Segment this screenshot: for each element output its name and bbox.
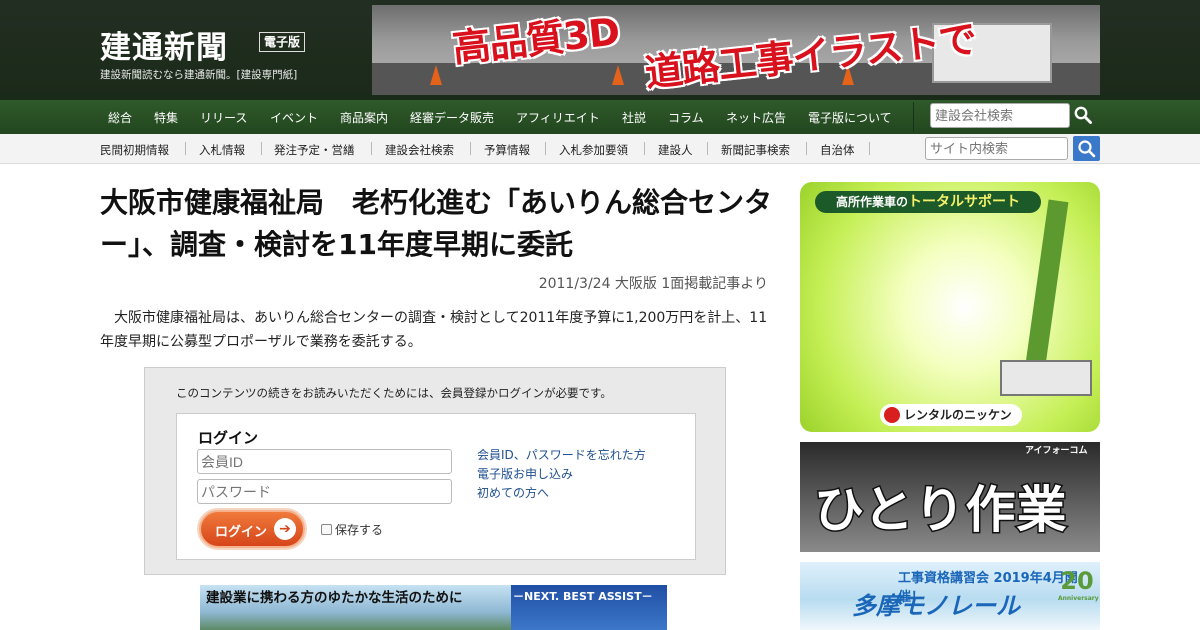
remember-label: 保存する <box>335 523 384 537</box>
ad2-brand: アイフォーコム <box>1025 446 1088 456</box>
main-nav-item[interactable]: 社説 <box>622 109 646 126</box>
nav-separator <box>261 142 262 155</box>
remember-checkbox[interactable]: 保存する <box>321 521 383 538</box>
nav-separator <box>185 142 186 155</box>
site-logo[interactable]: 建通新聞 <box>100 22 228 67</box>
ad1-footer: レンタルのニッケン <box>880 404 1022 426</box>
article-lead: 大阪市健康福祉局は、あいりん総合センターの調査・検討として2011年度予算に1,… <box>100 310 768 350</box>
anniversary-badge: 20 Anniversary <box>1058 567 1099 613</box>
login-help-links: 会員ID、パスワードを忘れた方 電子版お申し込み 初めての方へ <box>477 446 646 503</box>
main-nav-item[interactable]: 電子版について <box>808 109 892 126</box>
login-button[interactable]: ログイン ➔ <box>199 510 305 548</box>
arrow-right-icon: ➔ <box>274 518 296 540</box>
nav-separator <box>869 142 870 155</box>
top-ad-banner[interactable]: 高品質3D 道路工事イラストで <box>372 5 1100 95</box>
site-tagline: 建設新聞読むなら建通新聞。[建設専門紙] <box>100 69 298 81</box>
main-nav-item[interactable]: 経審データ販売 <box>410 109 494 126</box>
ad3-line2: 多摩モノレール <box>852 592 1020 620</box>
sub-nav-item[interactable]: 建設会社検索 <box>385 142 454 158</box>
main-nav-item[interactable]: 総合 <box>108 109 132 126</box>
search-icon <box>1078 140 1096 158</box>
anniversary-number: 20 <box>1060 567 1094 595</box>
sub-nav-item[interactable]: 予算情報 <box>484 142 530 158</box>
bottom-banner-right: －NEXT. BEST ASSIST－ <box>511 585 667 630</box>
sub-nav-item[interactable]: 新聞記事検索 <box>721 142 790 158</box>
bottom-banner-slogan: －NEXT. BEST ASSIST－ <box>513 590 653 603</box>
login-panel: このコンテンツの続きをお読みいただくためには、会員登録かログインが必要です。 ロ… <box>144 367 726 575</box>
bottom-banner-text: 建設業に携わる方のゆたかな生活のために <box>206 590 463 606</box>
search-icon[interactable] <box>1074 106 1092 124</box>
login-title: ログイン <box>198 429 259 447</box>
sub-nav-item[interactable]: 入札参加要領 <box>559 142 628 158</box>
article-title: 大阪市健康福祉局 老朽化進む「あいりん総合センター」、調査・検討を11年度早期に… <box>100 186 773 261</box>
login-notice: このコンテンツの続きをお読みいただくためには、会員登録かログインが必要です。 <box>176 386 612 400</box>
member-id-input[interactable] <box>197 449 452 474</box>
sub-nav-item[interactable]: 入札情報 <box>199 142 245 158</box>
main-nav-item[interactable]: イベント <box>270 109 318 126</box>
main-nav-item[interactable]: 商品案内 <box>340 109 388 126</box>
red-dot-icon <box>884 407 900 423</box>
sidebar-ad-monorail[interactable]: 工事資格講習会 2019年4月開催！ 多摩モノレール 20 Anniversar… <box>800 562 1100 630</box>
sub-nav-item[interactable]: 自治体 <box>820 142 855 158</box>
sidebar-ad-nikken[interactable]: 高所作業車のトータルサポート レンタルのニッケン <box>800 182 1100 432</box>
edition-badge: 電子版 <box>259 32 306 52</box>
company-search-input[interactable] <box>930 103 1070 128</box>
sub-nav-item[interactable]: 発注予定・営繕 <box>274 142 355 158</box>
nav-separator <box>545 142 546 155</box>
anniversary-label: Anniversary <box>1058 595 1099 602</box>
forgot-credentials-link[interactable]: 会員ID、パスワードを忘れた方 <box>477 446 646 465</box>
login-form: ログイン ログイン ➔ 保存する 会員ID、パスワードを忘れた方 電子版お申し込… <box>176 413 696 560</box>
nav-separator <box>707 142 708 155</box>
site-header: 建通新聞 電子版 建設新聞読むなら建通新聞。[建設専門紙] 高品質3D 道路工事… <box>0 0 1200 100</box>
article-dateline: 2011/3/24 大阪版 1面掲載記事より <box>538 276 768 292</box>
main-nav-item[interactable]: アフィリエイト <box>516 109 600 126</box>
site-search-input[interactable] <box>925 137 1068 160</box>
login-button-label: ログイン <box>215 525 268 540</box>
crane-truck-illustration <box>1000 360 1092 396</box>
main-nav-item[interactable]: コラム <box>668 109 704 126</box>
first-time-link[interactable]: 初めての方へ <box>477 484 646 503</box>
ad1-header-prefix: 高所作業車の <box>835 195 908 209</box>
checkbox-icon[interactable] <box>321 524 332 535</box>
nav-separator <box>470 142 471 155</box>
subscribe-link[interactable]: 電子版お申し込み <box>477 465 646 484</box>
main-nav-item[interactable]: リリース <box>200 109 247 126</box>
sub-nav-item[interactable]: 民間初期情報 <box>100 142 169 158</box>
nav-separator <box>371 142 372 155</box>
nav-divider <box>913 102 914 132</box>
main-nav-item[interactable]: 特集 <box>154 109 178 126</box>
site-search-button[interactable] <box>1073 136 1100 161</box>
ad2-headline: ひとり作業 <box>813 480 1068 541</box>
bottom-ad-banner[interactable]: 建設業に携わる方のゆたかな生活のために －NEXT. BEST ASSIST－ <box>200 585 667 630</box>
sub-nav-item[interactable]: 建設人 <box>658 142 693 158</box>
main-nav-item[interactable]: ネット広告 <box>726 109 786 126</box>
ad1-footer-text: レンタルのニッケン <box>904 408 1012 422</box>
nav-separator <box>644 142 645 155</box>
sidebar-ad-solo-work[interactable]: アイフォーコム ひとり作業 <box>800 442 1100 552</box>
password-input[interactable] <box>197 479 452 504</box>
ad1-header: 高所作業車のトータルサポート <box>815 191 1041 213</box>
ad1-header-highlight: トータルサポート <box>908 194 1020 210</box>
nav-separator <box>806 142 807 155</box>
bottom-banner-left: 建設業に携わる方のゆたかな生活のために <box>200 585 511 630</box>
crane-boom-illustration <box>1023 199 1069 381</box>
